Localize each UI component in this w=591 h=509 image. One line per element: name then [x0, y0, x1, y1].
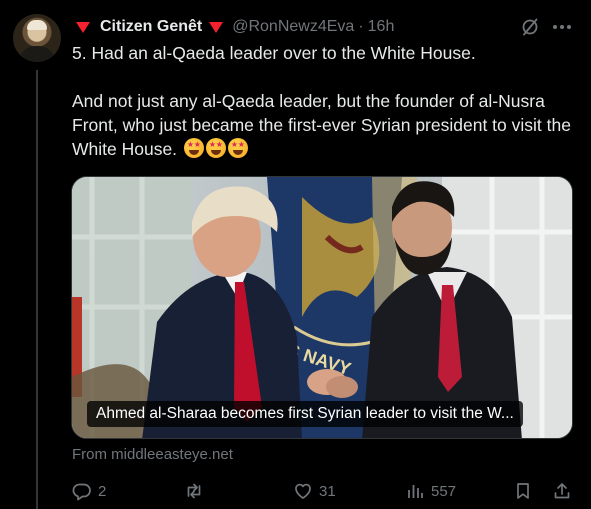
post-header: Citizen Genêt @RonNewz4Eva · 16h: [72, 15, 394, 39]
star-struck-emoji-icon: [227, 138, 248, 158]
author-name[interactable]: Citizen Genêt: [100, 18, 202, 36]
link-card-caption[interactable]: Ahmed al-Sharaa becomes first Syrian lea…: [87, 401, 523, 427]
reply-count: 2: [98, 482, 107, 500]
post-text-paragraph-2-body: And not just any al-Qaeda leader, but th…: [72, 91, 576, 159]
post-actions: 2 31 557: [72, 480, 577, 502]
separator-dot: ·: [358, 18, 364, 35]
post-text: 5. Had an al-Qaeda leader over to the Wh…: [72, 41, 572, 161]
link-source[interactable]: From middleeasteye.net: [72, 445, 233, 465]
bookmark-icon: [517, 483, 529, 499]
repost-button[interactable]: [184, 480, 210, 502]
post-text-paragraph-1: 5. Had an al-Qaeda leader over to the Wh…: [72, 43, 476, 63]
more-options-icon[interactable]: [551, 17, 573, 37]
red-triangle-icon: [209, 21, 224, 33]
post-text-paragraph-2: And not just any al-Qaeda leader, but th…: [72, 89, 572, 161]
like-button[interactable]: 31: [293, 480, 336, 502]
author-handle[interactable]: @RonNewz4Eva: [232, 18, 354, 36]
views-count: 557: [431, 482, 457, 500]
avatar[interactable]: [13, 14, 61, 62]
thread-line: [36, 70, 38, 509]
repost-icon: [187, 483, 201, 499]
reply-button[interactable]: 2: [72, 480, 106, 502]
share-button[interactable]: [552, 480, 572, 502]
bookmark-button[interactable]: [513, 480, 533, 502]
red-triangle-icon: [76, 21, 90, 33]
link-card-image[interactable]: S NAVY Ahmed al-Sharaa becomes first Syr…: [71, 176, 573, 439]
photo-illustration: S NAVY: [72, 177, 572, 438]
grok-icon[interactable]: [520, 17, 540, 37]
reply-icon: [72, 483, 91, 501]
avatar-coat: [19, 46, 55, 62]
post-time[interactable]: 16h: [368, 18, 395, 36]
star-struck-emoji-icon: [183, 138, 204, 158]
like-count: 31: [319, 482, 336, 500]
heart-icon: [295, 483, 311, 499]
avatar-hair: [27, 20, 47, 30]
views-bar-chart-icon: [408, 485, 423, 498]
star-struck-emoji-icon: [205, 138, 226, 158]
share-icon: [554, 483, 570, 499]
views-button[interactable]: 557: [405, 480, 456, 502]
